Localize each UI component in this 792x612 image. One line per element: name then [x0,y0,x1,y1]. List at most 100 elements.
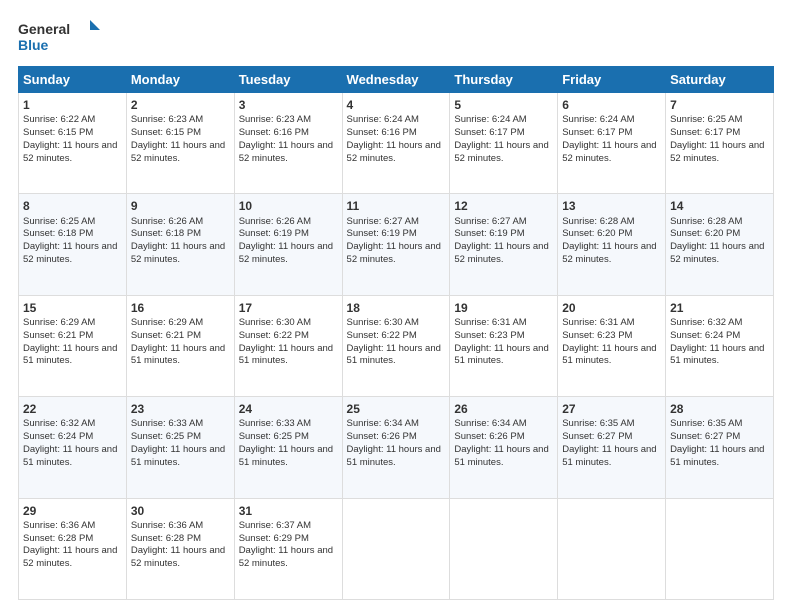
sunset-text: Sunset: 6:23 PM [454,330,524,341]
calendar-table: SundayMondayTuesdayWednesdayThursdayFrid… [18,66,774,600]
day-number: 22 [23,401,122,417]
sunset-text: Sunset: 6:26 PM [347,431,417,442]
daylight-text: Daylight: 11 hours and 51 minutes. [562,343,656,367]
calendar-cell: 22 Sunrise: 6:32 AM Sunset: 6:24 PM Dayl… [19,397,127,498]
sunrise-text: Sunrise: 6:31 AM [454,317,526,328]
sunset-text: Sunset: 6:25 PM [131,431,201,442]
daylight-text: Daylight: 11 hours and 52 minutes. [239,241,333,265]
day-number: 15 [23,300,122,316]
daylight-text: Daylight: 11 hours and 51 minutes. [670,343,764,367]
sunrise-text: Sunrise: 6:29 AM [23,317,95,328]
daylight-text: Daylight: 11 hours and 51 minutes. [131,444,225,468]
day-number: 31 [239,503,338,519]
daylight-text: Daylight: 11 hours and 51 minutes. [239,343,333,367]
day-header-sunday: Sunday [19,67,127,93]
logo-graphic: General Blue [18,18,108,56]
daylight-text: Daylight: 11 hours and 52 minutes. [23,545,117,569]
daylight-text: Daylight: 11 hours and 51 minutes. [23,343,117,367]
daylight-text: Daylight: 11 hours and 51 minutes. [23,444,117,468]
day-number: 17 [239,300,338,316]
sunset-text: Sunset: 6:18 PM [131,228,201,239]
sunrise-text: Sunrise: 6:28 AM [562,216,634,227]
day-number: 18 [347,300,446,316]
sunrise-text: Sunrise: 6:33 AM [239,418,311,429]
calendar-cell: 2 Sunrise: 6:23 AM Sunset: 6:15 PM Dayli… [126,93,234,194]
sunset-text: Sunset: 6:17 PM [670,127,740,138]
sunset-text: Sunset: 6:27 PM [562,431,632,442]
day-header-monday: Monday [126,67,234,93]
sunset-text: Sunset: 6:19 PM [454,228,524,239]
day-number: 7 [670,97,769,113]
day-header-saturday: Saturday [666,67,774,93]
sunset-text: Sunset: 6:20 PM [562,228,632,239]
logo: General Blue [18,18,108,56]
day-number: 23 [131,401,230,417]
sunrise-text: Sunrise: 6:31 AM [562,317,634,328]
sunrise-text: Sunrise: 6:32 AM [670,317,742,328]
sunrise-text: Sunrise: 6:25 AM [23,216,95,227]
sunrise-text: Sunrise: 6:33 AM [131,418,203,429]
sunrise-text: Sunrise: 6:24 AM [454,114,526,125]
daylight-text: Daylight: 11 hours and 52 minutes. [454,241,548,265]
sunset-text: Sunset: 6:26 PM [454,431,524,442]
daylight-text: Daylight: 11 hours and 51 minutes. [454,444,548,468]
day-number: 11 [347,198,446,214]
day-number: 10 [239,198,338,214]
day-number: 16 [131,300,230,316]
sunset-text: Sunset: 6:16 PM [239,127,309,138]
daylight-text: Daylight: 11 hours and 51 minutes. [131,343,225,367]
sunrise-text: Sunrise: 6:28 AM [670,216,742,227]
sunset-text: Sunset: 6:27 PM [670,431,740,442]
sunset-text: Sunset: 6:25 PM [239,431,309,442]
daylight-text: Daylight: 11 hours and 52 minutes. [670,241,764,265]
sunrise-text: Sunrise: 6:24 AM [562,114,634,125]
day-number: 20 [562,300,661,316]
day-number: 25 [347,401,446,417]
calendar-cell: 8 Sunrise: 6:25 AM Sunset: 6:18 PM Dayli… [19,194,127,295]
svg-text:Blue: Blue [18,37,49,53]
page: General Blue SundayMondayTuesdayWednesda… [0,0,792,612]
calendar-cell: 29 Sunrise: 6:36 AM Sunset: 6:28 PM Dayl… [19,498,127,599]
calendar-cell: 30 Sunrise: 6:36 AM Sunset: 6:28 PM Dayl… [126,498,234,599]
sunrise-text: Sunrise: 6:26 AM [131,216,203,227]
sunset-text: Sunset: 6:21 PM [23,330,93,341]
day-number: 3 [239,97,338,113]
calendar-cell: 23 Sunrise: 6:33 AM Sunset: 6:25 PM Dayl… [126,397,234,498]
calendar-cell: 18 Sunrise: 6:30 AM Sunset: 6:22 PM Dayl… [342,295,450,396]
day-number: 9 [131,198,230,214]
daylight-text: Daylight: 11 hours and 52 minutes. [562,241,656,265]
day-number: 4 [347,97,446,113]
calendar-cell: 28 Sunrise: 6:35 AM Sunset: 6:27 PM Dayl… [666,397,774,498]
calendar-cell: 16 Sunrise: 6:29 AM Sunset: 6:21 PM Dayl… [126,295,234,396]
sunset-text: Sunset: 6:23 PM [562,330,632,341]
header: General Blue [18,18,774,56]
calendar-cell: 24 Sunrise: 6:33 AM Sunset: 6:25 PM Dayl… [234,397,342,498]
calendar-cell: 14 Sunrise: 6:28 AM Sunset: 6:20 PM Dayl… [666,194,774,295]
sunset-text: Sunset: 6:24 PM [670,330,740,341]
calendar-cell: 9 Sunrise: 6:26 AM Sunset: 6:18 PM Dayli… [126,194,234,295]
sunset-text: Sunset: 6:15 PM [23,127,93,138]
day-number: 28 [670,401,769,417]
day-number: 5 [454,97,553,113]
daylight-text: Daylight: 11 hours and 52 minutes. [347,140,441,164]
svg-text:General: General [18,21,70,37]
daylight-text: Daylight: 11 hours and 52 minutes. [562,140,656,164]
daylight-text: Daylight: 11 hours and 51 minutes. [454,343,548,367]
sunrise-text: Sunrise: 6:34 AM [347,418,419,429]
daylight-text: Daylight: 11 hours and 52 minutes. [131,545,225,569]
day-number: 6 [562,97,661,113]
sunset-text: Sunset: 6:24 PM [23,431,93,442]
sunrise-text: Sunrise: 6:23 AM [131,114,203,125]
calendar-cell [558,498,666,599]
calendar-cell: 20 Sunrise: 6:31 AM Sunset: 6:23 PM Dayl… [558,295,666,396]
daylight-text: Daylight: 11 hours and 52 minutes. [23,140,117,164]
daylight-text: Daylight: 11 hours and 51 minutes. [562,444,656,468]
calendar-cell [666,498,774,599]
calendar-cell: 13 Sunrise: 6:28 AM Sunset: 6:20 PM Dayl… [558,194,666,295]
sunset-text: Sunset: 6:28 PM [131,533,201,544]
daylight-text: Daylight: 11 hours and 52 minutes. [239,140,333,164]
sunrise-text: Sunrise: 6:30 AM [347,317,419,328]
sunrise-text: Sunrise: 6:27 AM [347,216,419,227]
daylight-text: Daylight: 11 hours and 52 minutes. [670,140,764,164]
sunrise-text: Sunrise: 6:22 AM [23,114,95,125]
